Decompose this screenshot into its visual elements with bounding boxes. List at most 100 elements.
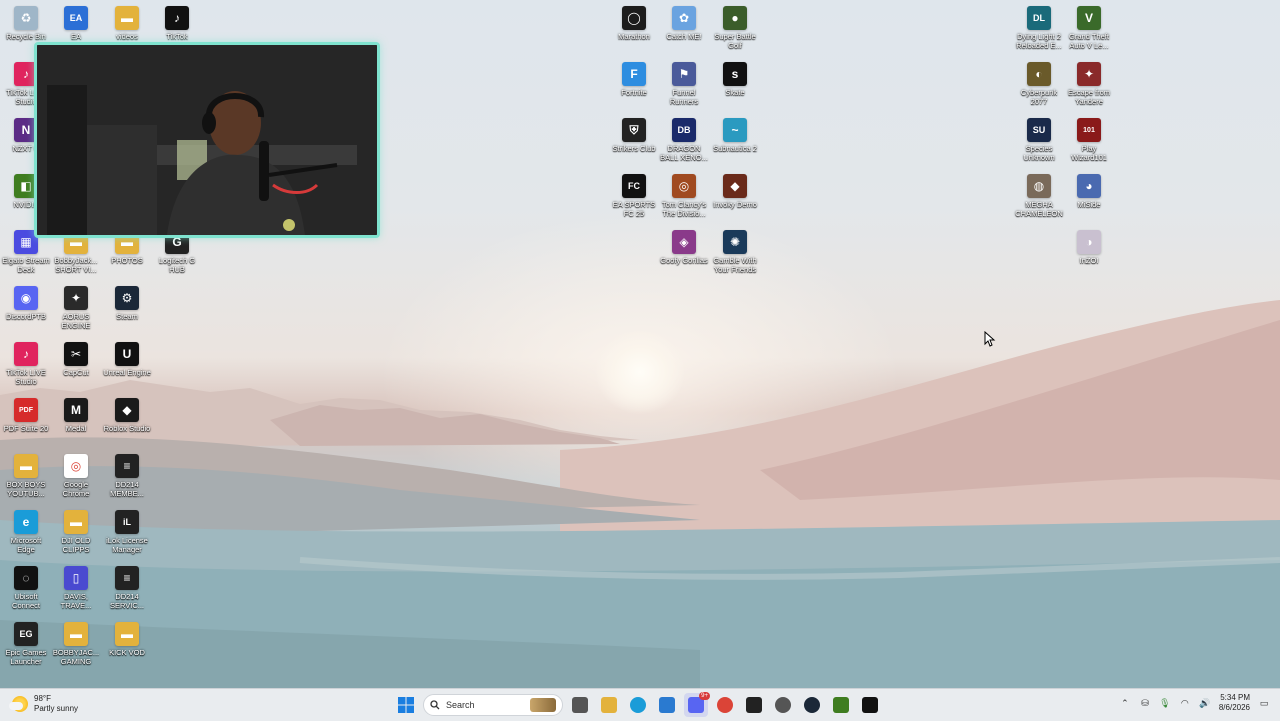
desktop-icon[interactable]: ♪ TikTok	[151, 4, 203, 41]
settings-button[interactable]	[771, 693, 795, 717]
desktop-icon[interactable]: ✺ Gamble With Your Friends	[709, 228, 761, 274]
desktop-icon[interactable]: ♪ TikTok LIVE Studio	[0, 340, 52, 386]
weather-widget[interactable]: 98°F Partly sunny	[9, 694, 78, 714]
chrome-button[interactable]	[713, 693, 737, 717]
desktop-icon[interactable]: ◐ Cyberpunk 2077	[1013, 60, 1065, 106]
desktop-icon[interactable]: U Unreal Engine	[101, 340, 153, 377]
desktop-icon-label: MEGHA CHAMELEON	[1015, 200, 1063, 218]
desktop-icon[interactable]: V Grand Theft Auto V Le...	[1063, 4, 1115, 50]
file-explorer-button[interactable]	[597, 693, 621, 717]
search-placeholder: Search	[446, 700, 475, 710]
chevron-up-icon[interactable]: ⌃	[1119, 697, 1131, 709]
desktop-icon[interactable]: ◎ Google Chrome	[50, 452, 102, 498]
desktop-icon[interactable]: ✿ Catch ME!	[658, 4, 710, 41]
desktop-icon[interactable]: ● Super Battle Golf	[709, 4, 761, 50]
task-view-button[interactable]	[568, 693, 592, 717]
desktop-icon[interactable]: ≡ DD214 SERVIC...	[101, 564, 153, 610]
desktop-icon-label: videos	[116, 32, 138, 41]
desktop-icon[interactable]: s Skate	[709, 60, 761, 97]
desktop-icon[interactable]: ▬ BOBBYJAC... GAMING	[50, 620, 102, 666]
desktop-icon[interactable]: ✂ CapCut	[50, 340, 102, 377]
desktop-icon[interactable]: ♻ Recycle Bin	[0, 4, 52, 41]
desktop-icon-label: Recycle Bin	[6, 32, 46, 41]
desktop-icon-label: Gamble With Your Friends	[713, 256, 757, 274]
taskbar-search[interactable]: Search	[423, 694, 563, 716]
desktop-icon[interactable]: ✦ Escape from Yandere	[1063, 60, 1115, 106]
desktop-icon[interactable]: PDF PDF Suite 20	[0, 396, 52, 433]
desktop-icon-image: ♻	[14, 6, 38, 30]
desktop-icon[interactable]: DL Dying Light 2 Reloaded E...	[1013, 4, 1065, 50]
gear-icon	[775, 697, 791, 713]
edge-button[interactable]	[626, 693, 650, 717]
desktop-icon[interactable]: ◑ InZOI	[1063, 228, 1115, 265]
wifi-icon[interactable]: ◠	[1179, 697, 1191, 709]
steam-icon	[804, 697, 820, 713]
desktop-icon-image: EG	[14, 622, 38, 646]
clock[interactable]: 5:34 PM 8/6/2026	[1219, 693, 1250, 713]
desktop-icon-image: ♪	[14, 342, 38, 366]
notification-icon[interactable]: ▭	[1258, 697, 1270, 709]
desktop-icon-label: PDF Suite 20	[3, 424, 49, 433]
desktop-icon[interactable]: ▬ KICK VOD	[101, 620, 153, 657]
start-button[interactable]	[394, 693, 418, 717]
store-icon	[659, 697, 675, 713]
folder-icon	[601, 697, 617, 713]
desktop-icon-label: Marathon	[618, 32, 650, 41]
desktop-icon[interactable]: ◈ Goofy Gorillas	[658, 228, 710, 265]
desktop-icon[interactable]: ◯ Marathon	[608, 4, 660, 41]
desktop-icon-label: iLok License Manager	[106, 536, 148, 554]
desktop-icon[interactable]: EA EA	[50, 4, 102, 41]
desktop-icon-image: ▯	[64, 566, 88, 590]
desktop-icon-image: ◑	[1077, 230, 1101, 254]
desktop-icon[interactable]: M Medal	[50, 396, 102, 433]
desktop-icon-image: ⛨	[622, 118, 646, 142]
desktop-icon-image: PDF	[14, 398, 38, 422]
desktop-icon[interactable]: ⚙ Steam	[101, 284, 153, 321]
weather-temperature: 98°F	[34, 694, 51, 703]
desktop-icon[interactable]: ◍ MEGHA CHAMELEON	[1013, 172, 1065, 218]
desktop-icon[interactable]: ✦ AORUS ENGINE	[50, 284, 102, 330]
desktop-icon-label: Tom Clancy's The Divisio...	[661, 200, 707, 218]
desktop-icon[interactable]: ◆ Invoky Demo	[709, 172, 761, 209]
desktop-icon[interactable]: ◕ MiSide	[1063, 172, 1115, 209]
desktop-icon[interactable]: ▬ videos	[101, 4, 153, 41]
obs-button[interactable]	[742, 693, 766, 717]
network-share-icon[interactable]: ⛁	[1139, 697, 1151, 709]
desktop-icon[interactable]: ◌ Ubisoft Connect	[0, 564, 52, 610]
desktop-icon[interactable]: ⚑ Funnel Runners	[658, 60, 710, 106]
steam-button[interactable]	[800, 693, 824, 717]
desktop-icon-label: BobbyJack... SHORT VI...	[54, 256, 98, 274]
desktop-icon-label: BOBBYJAC... GAMING	[52, 648, 100, 666]
desktop-icon[interactable]: F Fortnite	[608, 60, 660, 97]
desktop-icon[interactable]: ▯ DAVIS, TRAVE...	[50, 564, 102, 610]
nvidia-button[interactable]	[829, 693, 853, 717]
desktop-icon-image: ⚙	[115, 286, 139, 310]
volume-icon[interactable]: 🔊	[1199, 697, 1211, 709]
desktop-icon-label: KICK VOD	[109, 648, 145, 657]
desktop-icon[interactable]: DB DRAGON BALL XENO...	[658, 116, 710, 162]
desktop-icon[interactable]: ≡ DD214 MEMBE...	[101, 452, 153, 498]
desktop-icon[interactable]: ◆ Roblox Studio	[101, 396, 153, 433]
desktop-icon[interactable]: EG Epic Games Launcher	[0, 620, 52, 666]
desktop-icon[interactable]: e Microsoft Edge	[0, 508, 52, 554]
desktop-icon[interactable]: iL iLok License Manager	[101, 508, 153, 554]
store-button[interactable]	[655, 693, 679, 717]
desktop-icon[interactable]: ⛨ Strikers Club	[608, 116, 660, 153]
desktop-icon-label: DD214 SERVIC...	[109, 592, 145, 610]
desktop-icon[interactable]: ▬ DJI OLD CLIPPS	[50, 508, 102, 554]
desktop-icon[interactable]: ◎ Tom Clancy's The Divisio...	[658, 172, 710, 218]
desktop-icon-label: CapCut	[63, 368, 89, 377]
desktop-icon[interactable]: SU Species Unknown	[1013, 116, 1065, 162]
desktop-icon-label: Roblox Studio	[103, 424, 151, 433]
capcut-button[interactable]	[858, 693, 882, 717]
desktop-icon[interactable]: ▬ BOX BOYS YOUTUB...	[0, 452, 52, 498]
search-icon	[430, 700, 440, 710]
desktop-icon[interactable]: FC EA SPORTS FC 25	[608, 172, 660, 218]
desktop-icon[interactable]: ◉ DiscordPTB	[0, 284, 52, 321]
taskbar: 98°F Partly sunny Search 9+ ⌃ ⛁ 🎙 ◠ 🔊 5:…	[0, 688, 1280, 721]
desktop-icon[interactable]: 101 Play Wizard101	[1063, 116, 1115, 162]
desktop-icon-image: 101	[1077, 118, 1101, 142]
microphone-icon[interactable]: 🎙	[1159, 697, 1171, 709]
discord-button[interactable]: 9+	[684, 692, 710, 717]
desktop-icon[interactable]: ~ Subnautica 2	[709, 116, 761, 153]
